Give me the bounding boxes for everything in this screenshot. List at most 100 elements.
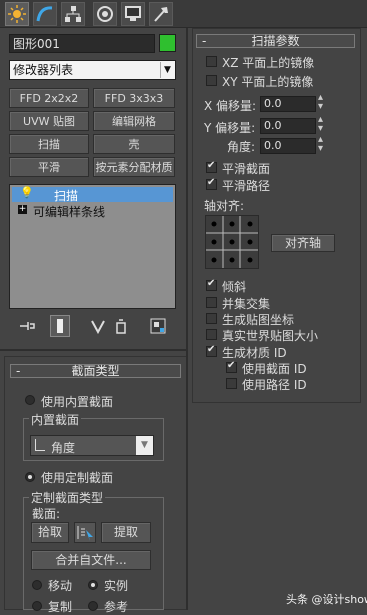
- create-sun-icon: [8, 5, 26, 23]
- uvw-map-button[interactable]: UVW 贴图: [9, 111, 89, 131]
- section-label: 截面:: [32, 507, 61, 521]
- use-custom-section-radio[interactable]: [25, 472, 35, 482]
- chevron-down-icon[interactable]: ▼: [136, 436, 153, 455]
- y-offset-field[interactable]: 0.0: [260, 118, 316, 134]
- x-offset-spinner[interactable]: [318, 92, 327, 112]
- gen-mapping-coords-label: 生成贴图坐标: [222, 313, 295, 327]
- expand-plus-icon[interactable]: +: [18, 205, 27, 214]
- custom-section-group-title: 定制截面类型: [29, 489, 106, 506]
- union-intersect-label: 并集交集: [222, 297, 271, 311]
- use-section-ids-checkbox[interactable]: [226, 360, 237, 373]
- extract-button[interactable]: 提取: [101, 522, 151, 543]
- remove-modifier-icon[interactable]: [114, 318, 128, 334]
- y-offset-spinner[interactable]: [318, 114, 327, 134]
- panel-splitter[interactable]: [186, 28, 188, 610]
- x-offset-label: X 偏移量:: [204, 99, 257, 113]
- collapse-minus-icon[interactable]: -: [16, 365, 20, 377]
- xz-mirror-checkbox[interactable]: [206, 56, 217, 67]
- ffd-2x2x2-button[interactable]: FFD 2x2x2: [9, 88, 89, 108]
- merge-from-file-button[interactable]: 合并自文件...: [31, 550, 151, 570]
- sweep-button[interactable]: 扫描: [9, 134, 89, 154]
- pivot-alignment-label: 轴对齐:: [204, 199, 245, 213]
- watermark-text: 头条 @设计show: [286, 593, 367, 606]
- smooth-button[interactable]: 平滑: [9, 157, 89, 177]
- use-path-ids-label: 使用路径 ID: [242, 378, 307, 392]
- angle-shape-icon: [35, 439, 45, 451]
- object-color-swatch[interactable]: [159, 34, 176, 52]
- banking-checkbox[interactable]: [206, 278, 217, 291]
- use-section-ids-label: 使用截面 ID: [242, 362, 307, 376]
- display-monitor-icon: [125, 6, 141, 21]
- alignment-grid-icon: [206, 216, 258, 268]
- rollout-title: 扫描参数: [251, 34, 300, 48]
- builtin-section-dropdown[interactable]: 角度 ▼: [30, 435, 154, 456]
- reference-label: 参考: [104, 600, 129, 614]
- hierarchy-icon: [65, 6, 81, 22]
- modifier-list-dropdown[interactable]: 修改器列表 ▼: [9, 60, 176, 80]
- angle-spinner[interactable]: [318, 134, 327, 154]
- builtin-section-value: 角度: [51, 441, 76, 455]
- edit-mesh-button[interactable]: 编辑网格: [93, 111, 175, 131]
- pivot-alignment-grid[interactable]: [205, 215, 259, 269]
- modifier-list-label: 修改器列表: [13, 63, 74, 77]
- stack-item-label: 扫描: [54, 189, 79, 203]
- pick-button[interactable]: 拾取: [31, 522, 69, 543]
- smooth-section-checkbox[interactable]: [206, 160, 217, 173]
- x-offset-field[interactable]: 0.0: [260, 96, 316, 112]
- gen-material-ids-checkbox[interactable]: [206, 344, 217, 357]
- banking-label: 倾斜: [222, 280, 247, 294]
- xz-mirror-label: XZ 平面上的镜像: [222, 56, 315, 70]
- hierarchy-tab[interactable]: [61, 2, 85, 26]
- use-custom-section-label: 使用定制截面: [41, 471, 114, 485]
- configure-modifier-sets-icon[interactable]: [150, 318, 166, 334]
- move-radio[interactable]: [32, 580, 42, 590]
- stack-item-label: 可编辑样条线: [33, 205, 106, 219]
- instance-radio[interactable]: [88, 580, 98, 590]
- use-path-ids-checkbox[interactable]: [226, 378, 237, 389]
- use-builtin-section-radio[interactable]: [25, 395, 35, 405]
- material-by-element-button[interactable]: 按元素分配材质: [93, 157, 175, 177]
- sweep-parameters-rollout-header[interactable]: - 扫描参数: [196, 34, 355, 48]
- xy-mirror-label: XY 平面上的镜像: [222, 75, 314, 89]
- utilities-hammer-icon: [154, 7, 168, 22]
- modify-tab[interactable]: [33, 2, 57, 26]
- real-world-map-size-label: 真实世界贴图大小: [222, 329, 319, 343]
- display-tab[interactable]: [121, 2, 145, 26]
- lightbulb-icon[interactable]: 💡: [20, 186, 34, 199]
- copy-label: 复制: [48, 600, 73, 614]
- divider: [0, 349, 186, 351]
- gen-mapping-coords-checkbox[interactable]: [206, 313, 217, 324]
- stack-item-editable-spline[interactable]: + 可编辑样条线: [12, 203, 173, 219]
- xy-mirror-checkbox[interactable]: [206, 75, 217, 86]
- object-name-field[interactable]: 图形001: [9, 34, 155, 53]
- move-label: 移动: [48, 579, 73, 593]
- shell-button[interactable]: 壳: [93, 134, 175, 154]
- utilities-tab[interactable]: [149, 2, 173, 26]
- pick-shape-icon[interactable]: [74, 522, 96, 543]
- stack-item-sweep[interactable]: 💡 扫描: [12, 186, 173, 203]
- collapse-minus-icon[interactable]: -: [202, 35, 206, 47]
- real-world-map-size-checkbox[interactable]: [206, 329, 217, 340]
- show-end-result-icon[interactable]: [50, 315, 70, 337]
- angle-label: 角度:: [227, 140, 256, 154]
- pin-stack-icon[interactable]: [18, 318, 36, 334]
- align-pivot-button[interactable]: 对齐轴: [271, 234, 335, 252]
- section-type-rollout-header[interactable]: - 截面类型: [10, 364, 181, 378]
- motion-tab[interactable]: [93, 2, 117, 26]
- modifier-stack[interactable]: 💡 扫描 + 可编辑样条线: [9, 184, 176, 309]
- command-panel-tabs: [0, 0, 367, 28]
- make-unique-icon[interactable]: [90, 318, 106, 335]
- use-builtin-section-label: 使用内置截面: [41, 395, 114, 409]
- rollout-title: 截面类型: [71, 364, 120, 378]
- motion-icon: [97, 6, 113, 22]
- modify-curve-icon: [36, 6, 53, 22]
- smooth-path-checkbox[interactable]: [206, 177, 217, 190]
- smooth-path-label: 平滑路径: [222, 179, 271, 193]
- chevron-down-icon[interactable]: ▼: [160, 62, 174, 78]
- ffd-3x3x3-button[interactable]: FFD 3x3x3: [93, 88, 175, 108]
- create-tab[interactable]: [5, 2, 29, 26]
- union-intersect-checkbox[interactable]: [206, 297, 217, 308]
- gen-material-ids-label: 生成材质 ID: [222, 346, 287, 360]
- smooth-section-label: 平滑截面: [222, 162, 271, 176]
- angle-field[interactable]: 0.0: [260, 138, 316, 154]
